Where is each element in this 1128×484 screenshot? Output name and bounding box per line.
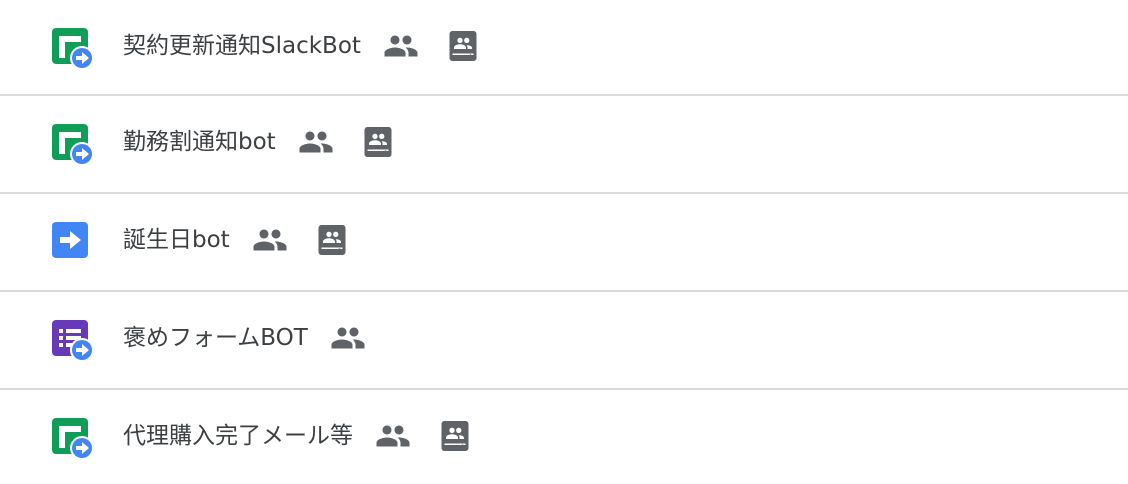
shared-drive-icon	[314, 222, 350, 258]
item-title-group: 誕生日bot	[123, 222, 350, 258]
people-icon	[252, 222, 288, 258]
apps-script-icon	[52, 222, 96, 266]
list-item[interactable]: 誕生日bot	[0, 194, 1128, 292]
people-icon	[298, 124, 334, 160]
forms-script-icon	[52, 320, 96, 364]
item-title-group: 契約更新通知SlackBot	[123, 28, 481, 64]
item-title[interactable]: 誕生日bot	[123, 222, 230, 258]
project-list: 契約更新通知SlackBot 勤務割通知bot 誕生日bot 褒めフォームBOT…	[0, 0, 1128, 484]
item-title[interactable]: 契約更新通知SlackBot	[123, 28, 361, 64]
sheets-script-icon	[52, 124, 96, 168]
sheets-script-icon	[52, 418, 96, 462]
item-title[interactable]: 代理購入完了メール等	[123, 418, 353, 454]
shared-drive-icon	[445, 28, 481, 64]
people-icon	[330, 320, 366, 356]
shared-drive-icon	[360, 124, 396, 160]
list-item[interactable]: 代理購入完了メール等	[0, 390, 1128, 484]
list-item[interactable]: 褒めフォームBOT	[0, 292, 1128, 390]
sheets-script-icon	[52, 28, 96, 72]
item-title[interactable]: 褒めフォームBOT	[123, 320, 308, 356]
list-item[interactable]: 契約更新通知SlackBot	[0, 0, 1128, 96]
shared-drive-icon	[437, 418, 473, 454]
people-icon	[375, 418, 411, 454]
item-title-group: 勤務割通知bot	[123, 124, 396, 160]
people-icon	[383, 28, 419, 64]
item-title-group: 代理購入完了メール等	[123, 418, 473, 454]
item-title-group: 褒めフォームBOT	[123, 320, 366, 356]
item-title[interactable]: 勤務割通知bot	[123, 124, 276, 160]
list-item[interactable]: 勤務割通知bot	[0, 96, 1128, 194]
